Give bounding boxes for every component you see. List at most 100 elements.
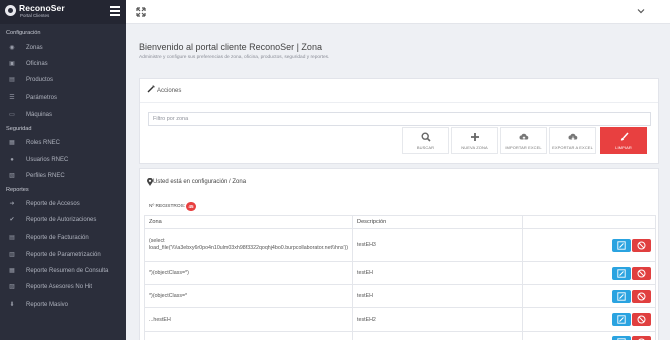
sidebar-item-label: Usuarios RNEC (26, 157, 69, 163)
sidebar-section-reportes: Reportes (6, 187, 29, 193)
nueva-zona-button[interactable]: NUEVA ZONA (451, 127, 498, 154)
cell-descripcion: testEH (352, 261, 524, 285)
sidebar-item-productos[interactable]: ▤ Productos (0, 72, 126, 88)
sidebar-item-reporte-parametrizacion[interactable]: ▥ Reporte de Parametrización (0, 247, 126, 263)
cell-zona: *)(objectClass=*) (143, 261, 354, 285)
table-row: *)(objectClass=*) testEH (143, 261, 656, 285)
sidebar-item-oficinas[interactable]: ▣ Oficinas (0, 56, 126, 72)
chevron-down-icon[interactable] (636, 6, 646, 16)
brush-icon (620, 132, 629, 141)
top-bar (126, 0, 670, 24)
sidebar-item-reporte-resumen-consulta[interactable]: ▦ Reporte Resumen de Consulta (0, 263, 126, 279)
search-icon (420, 132, 431, 142)
brand-subtitle: Portal Clientes (20, 13, 50, 18)
zonas-table-card: Usted está en configuración / Zona Nº RE… (139, 168, 659, 340)
edit-button[interactable] (612, 266, 631, 280)
limpiar-button[interactable]: LIMPIAR (600, 127, 647, 154)
actions-card: Acciones BUSCAR NUEVA ZONA IMPORTAR EXCE… (139, 78, 659, 164)
importar-excel-label: IMPORTAR EXCEL (505, 145, 542, 150)
menu-toggle-icon[interactable] (110, 6, 120, 16)
check-icon: ✔ (9, 217, 15, 223)
sign-in-icon: ➜ (9, 201, 15, 207)
building-icon: ▣ (9, 61, 15, 67)
edit-icon (617, 291, 626, 301)
registros-count-badge: 45 (186, 202, 196, 211)
column-header-descripcion: Descripción (352, 215, 524, 229)
zona-filter-input[interactable] (148, 112, 651, 126)
table-row: ...hestEH testEH2 (143, 307, 656, 332)
cell-zona: (select load_file('\\\\a3ebxy6r0po4n10ul… (143, 228, 354, 262)
sidebar-item-label: Reporte de Facturación (26, 235, 89, 241)
sidebar-item-reporte-masivo[interactable]: ⬇ Reporte Masivo (0, 297, 126, 313)
importar-excel-button[interactable]: IMPORTAR EXCEL (500, 127, 547, 154)
cell-descripcion: testEH2 (352, 307, 524, 332)
sidebar-item-label: Perfiles RNEC (26, 173, 65, 179)
sidebar-section-seguridad: Seguridad (6, 126, 32, 132)
cell-descripcion (352, 331, 524, 340)
buscar-label: BUSCAR (416, 145, 435, 150)
actions-title: Acciones (157, 88, 182, 94)
cell-actions (522, 307, 656, 332)
sidebar-item-maquinas[interactable]: ▭ Máquinas (0, 107, 126, 123)
ban-icon (637, 292, 646, 300)
zonas-table: Zona Descripción (select load_file('\\\\… (143, 215, 656, 340)
delete-button[interactable] (632, 313, 651, 326)
edit-icon (617, 268, 626, 278)
exportar-excel-button[interactable]: EXPORTAR A EXCEL (549, 127, 596, 154)
table-header-row: Zona Descripción (143, 215, 656, 229)
sidebar-item-label: Reporte Resumen de Consulta (26, 268, 109, 274)
sidebar-item-roles-rnec[interactable]: ▦ Roles RNEC (0, 135, 126, 151)
edit-button[interactable] (612, 336, 631, 340)
sidebar-item-zonas[interactable]: ◉ Zonas (0, 40, 126, 56)
page-title: Bienvenido al portal cliente ReconoSer |… (139, 42, 322, 52)
sidebar-item-label: Reporte Masivo (26, 302, 69, 308)
table-row: *)(objectClass=* testEH (143, 284, 656, 308)
exportar-excel-label: EXPORTAR A EXCEL (552, 145, 593, 150)
sidebar-item-perfiles-rnec[interactable]: ▧ Perfiles RNEC (0, 168, 126, 184)
cell-zona: *)(objectClass=* (143, 284, 354, 308)
sidebar-item-label: Máquinas (26, 112, 53, 118)
edit-button[interactable] (612, 313, 631, 326)
box-icon: ▤ (9, 77, 15, 83)
delete-button[interactable] (632, 238, 651, 252)
expand-icon[interactable] (136, 7, 146, 17)
delete-button[interactable] (632, 266, 651, 280)
column-header-zona: Zona (143, 215, 354, 229)
column-header-acciones (522, 215, 656, 229)
page-subtitle: Administre y configure sus preferencias … (139, 55, 330, 60)
cell-actions (522, 284, 656, 308)
cloud-download-icon (568, 133, 577, 141)
edit-icon (617, 240, 626, 250)
cloud-upload-icon (519, 133, 528, 140)
table-icon: ▦ (9, 268, 15, 274)
cell-zona (143, 331, 354, 340)
edit-button[interactable] (612, 289, 631, 303)
delete-button[interactable] (632, 289, 651, 303)
sidebar-item-parametros[interactable]: ☰ Parámetros (0, 90, 126, 106)
actions-card-header: Acciones (140, 79, 658, 103)
sidebar-item-reporte-autorizaciones[interactable]: ✔ Reporte de Autorizaciones (0, 212, 126, 228)
sidebar-item-label: Oficinas (26, 61, 48, 67)
sidebar: ReconoSer Portal Clientes Configuración … (0, 0, 126, 340)
sidebar-item-reporte-accesos[interactable]: ➜ Reporte de Accesos (0, 196, 126, 212)
brand-bar: ReconoSer Portal Clientes (0, 0, 126, 24)
sidebar-item-usuarios-rnec[interactable]: ● Usuarios RNEC (0, 152, 126, 168)
ban-icon (637, 315, 646, 324)
cell-actions (522, 331, 656, 340)
sidebar-item-label: Productos (26, 77, 54, 83)
sidebar-item-reporte-asesores-no-hit[interactable]: ▨ Reporte Asesores No Hit (0, 279, 126, 295)
cell-descripcion: testEH3 (352, 228, 524, 262)
users-icon: ▨ (9, 284, 15, 290)
registros-label: Nº REGISTROS: (149, 204, 186, 209)
invoice-icon: ▤ (9, 235, 15, 241)
delete-button[interactable] (632, 336, 651, 340)
magic-wand-icon (147, 85, 155, 93)
cell-actions (522, 261, 656, 285)
edit-button[interactable] (612, 238, 631, 252)
table-row: (select load_file('\\\\a3ebxy6r0po4n10ul… (143, 228, 656, 262)
table-row (143, 331, 656, 340)
ban-icon (637, 269, 646, 277)
logo-icon (5, 5, 16, 16)
buscar-button[interactable]: BUSCAR (402, 127, 449, 154)
sidebar-item-reporte-facturacion[interactable]: ▤ Reporte de Facturación (0, 230, 126, 246)
